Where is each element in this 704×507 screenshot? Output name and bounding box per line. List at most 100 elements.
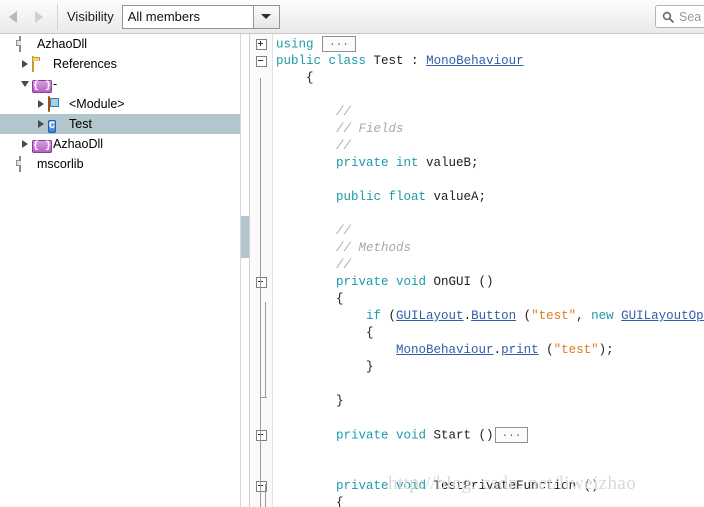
code-token: MonoBehaviour: [426, 54, 524, 68]
code-line[interactable]: }: [250, 393, 704, 410]
code-line-text: MonoBehaviour.print ("test");: [272, 342, 614, 359]
code-line[interactable]: public float valueA;: [250, 189, 704, 206]
code-token: using: [276, 37, 322, 52]
code-token: Test: [373, 54, 404, 68]
chevron-right-icon[interactable]: [34, 120, 48, 128]
code-line[interactable]: [250, 461, 704, 478]
search-icon: [662, 11, 674, 23]
code-line[interactable]: {: [250, 70, 704, 87]
chevron-right-icon[interactable]: [34, 100, 48, 108]
toolbar: Visibility All members Sea: [0, 0, 704, 34]
code-line-text: private void OnGUI (): [272, 274, 494, 291]
code-token: valueB;: [426, 156, 479, 170]
code-line[interactable]: private void TestPrivateFunction (): [250, 478, 704, 495]
assembly-icon: [16, 36, 32, 52]
code-line[interactable]: // Fields: [250, 121, 704, 138]
splitter-grip[interactable]: [241, 216, 249, 258]
assembly-icon: [16, 156, 32, 172]
back-button[interactable]: [0, 2, 26, 32]
tree-item-azhaodll[interactable]: AzhaoDll: [0, 34, 240, 54]
search-input[interactable]: Sea: [655, 5, 704, 28]
tree-item-module[interactable]: <Module>: [0, 94, 240, 114]
code-line[interactable]: // Methods: [250, 240, 704, 257]
code-token: private void: [336, 428, 434, 443]
namespace-icon: { }: [32, 80, 53, 93]
fold-collapse-icon[interactable]: [250, 481, 272, 492]
tree-item-references[interactable]: References: [0, 54, 240, 74]
chevron-down-icon: [261, 14, 272, 19]
tree-item--[interactable]: { } -: [0, 74, 240, 94]
chevron-down-icon[interactable]: [18, 81, 32, 87]
visibility-selected-value: All members: [122, 5, 253, 28]
code-line[interactable]: {: [250, 325, 704, 342]
collapsed-region-badge[interactable]: ...: [322, 35, 356, 52]
code-line[interactable]: //: [250, 257, 704, 274]
code-line[interactable]: if (GUILayout.Button ("test", new GUILay…: [250, 308, 704, 325]
code-line[interactable]: private void OnGUI (): [250, 274, 704, 291]
code-line-text: if (GUILayout.Button ("test", new GUILay…: [272, 308, 704, 325]
code-line[interactable]: [250, 172, 704, 189]
tree-item-label: mscorlib: [37, 157, 84, 171]
code-line[interactable]: {: [250, 495, 704, 507]
code-line[interactable]: //: [250, 104, 704, 121]
fold-collapse-icon[interactable]: [250, 56, 272, 67]
class-icon: C: [48, 120, 57, 133]
code-editor[interactable]: using ... public class Test : MonoBehavio…: [250, 34, 704, 507]
code-token: );: [598, 343, 614, 357]
fold-expand-icon[interactable]: [250, 430, 272, 441]
chevron-right-icon[interactable]: [18, 140, 32, 148]
code-line[interactable]: }: [250, 359, 704, 376]
forward-button[interactable]: [26, 2, 52, 32]
code-line-text: //: [272, 223, 351, 240]
fold-collapse-icon[interactable]: [250, 277, 272, 288]
code-line[interactable]: [250, 87, 704, 104]
code-line-text: {: [272, 291, 344, 308]
main-split: AzhaoDll References{ } - <Module> C Test{ } Az…: [0, 34, 704, 507]
code-line[interactable]: private void Start ()...: [250, 426, 704, 444]
code-token: valueA;: [433, 190, 487, 204]
code-line[interactable]: [250, 206, 704, 223]
tree-item-label: Test: [69, 117, 92, 131]
code-token: "test": [531, 309, 577, 323]
code-line-text: using ...: [272, 35, 356, 53]
panel-splitter[interactable]: [240, 34, 250, 507]
visibility-dropdown[interactable]: All members: [121, 4, 280, 29]
code-token: // Methods: [276, 241, 412, 255]
code-token: (: [516, 309, 532, 323]
fold-guide-line: [265, 484, 266, 507]
code-token: GUILayoutOpt: [621, 309, 704, 323]
tree-item-label: AzhaoDll: [53, 137, 104, 151]
fold-expand-icon[interactable]: [250, 39, 272, 50]
code-line[interactable]: //: [250, 138, 704, 155]
chevron-right-icon[interactable]: [18, 60, 32, 68]
code-line[interactable]: {: [250, 291, 704, 308]
tree-item-label: <Module>: [69, 97, 125, 111]
code-line-text: //: [272, 104, 351, 121]
code-line-text: //: [272, 138, 351, 155]
code-line[interactable]: private int valueB;: [250, 155, 704, 172]
code-line-text: private void Start ()...: [272, 426, 529, 444]
assembly-tree-panel[interactable]: AzhaoDll References{ } - <Module> C Test{ } Az…: [0, 34, 240, 507]
tree-item-azhaodll[interactable]: { } AzhaoDll: [0, 134, 240, 154]
code-line[interactable]: MonoBehaviour.print ("test");: [250, 342, 704, 359]
tree-item-test[interactable]: C Test: [0, 114, 240, 134]
code-line[interactable]: [250, 444, 704, 461]
code-line[interactable]: using ...: [250, 35, 704, 53]
tree-item-mscorlib[interactable]: mscorlib: [0, 154, 240, 174]
code-token: {: [276, 292, 344, 306]
code-token: {: [276, 326, 374, 340]
code-line[interactable]: [250, 410, 704, 427]
code-line[interactable]: //: [250, 223, 704, 240]
code-line[interactable]: public class Test : MonoBehaviour: [250, 53, 704, 70]
code-line-text: }: [272, 359, 374, 376]
collapsed-region-badge[interactable]: ...: [494, 426, 529, 443]
code-token: {: [276, 496, 344, 507]
visibility-dropdown-button[interactable]: [252, 5, 279, 28]
code-token: OnGUI (): [433, 275, 494, 289]
code-line[interactable]: [250, 376, 704, 393]
code-line-text: //: [272, 257, 351, 274]
code-content[interactable]: using ... public class Test : MonoBehavio…: [250, 34, 704, 507]
code-line-text: public class Test : MonoBehaviour: [272, 53, 524, 70]
